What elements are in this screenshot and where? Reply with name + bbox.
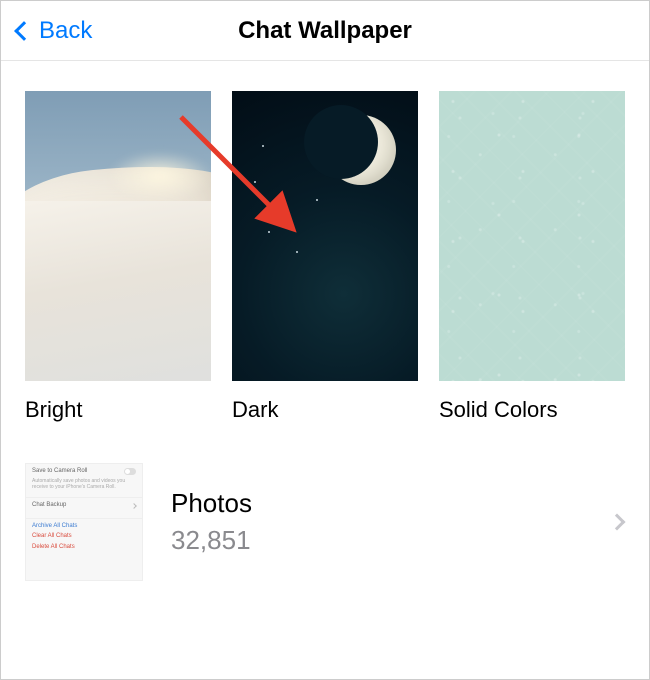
wallpaper-label: Solid Colors <box>439 397 625 423</box>
chevron-right-icon <box>609 514 626 531</box>
toggle-icon <box>124 468 136 475</box>
moon-icon <box>326 115 396 185</box>
wallpaper-category-dark[interactable]: Dark <box>232 91 418 423</box>
page-title: Chat Wallpaper <box>1 17 649 45</box>
nav-bar: Back Chat Wallpaper <box>1 1 649 61</box>
pt-label: Chat Backup <box>32 502 66 510</box>
pt-label: Save to Camera Roll <box>32 468 87 476</box>
content: Bright Dark <box>1 61 649 581</box>
wallpaper-thumb-solid-colors <box>439 91 625 381</box>
photos-row[interactable]: Save to Camera Roll Automatically save p… <box>1 423 649 581</box>
pt-link: Archive All Chats <box>32 523 136 531</box>
photos-thumbnail: Save to Camera Roll Automatically save p… <box>25 463 143 581</box>
wallpaper-label: Dark <box>232 397 418 423</box>
wallpaper-thumb-bright <box>25 91 211 381</box>
chevron-right-icon <box>131 503 137 509</box>
wallpaper-category-solid-colors[interactable]: Solid Colors <box>439 91 625 423</box>
back-label: Back <box>39 17 92 45</box>
chevron-left-icon <box>14 21 34 41</box>
photos-text: Photos 32,851 <box>171 488 611 556</box>
wallpaper-categories: Bright Dark <box>1 61 649 423</box>
wallpaper-label: Bright <box>25 397 211 423</box>
photos-title: Photos <box>171 488 611 519</box>
photos-count: 32,851 <box>171 525 611 556</box>
back-button[interactable]: Back <box>11 17 92 45</box>
wallpaper-thumb-dark <box>232 91 418 381</box>
pt-sub: Automatically save photos and videos you… <box>32 478 136 491</box>
pt-link: Clear All Chats <box>32 533 136 541</box>
pt-link: Delete All Chats <box>32 544 136 552</box>
wallpaper-category-bright[interactable]: Bright <box>25 91 211 423</box>
